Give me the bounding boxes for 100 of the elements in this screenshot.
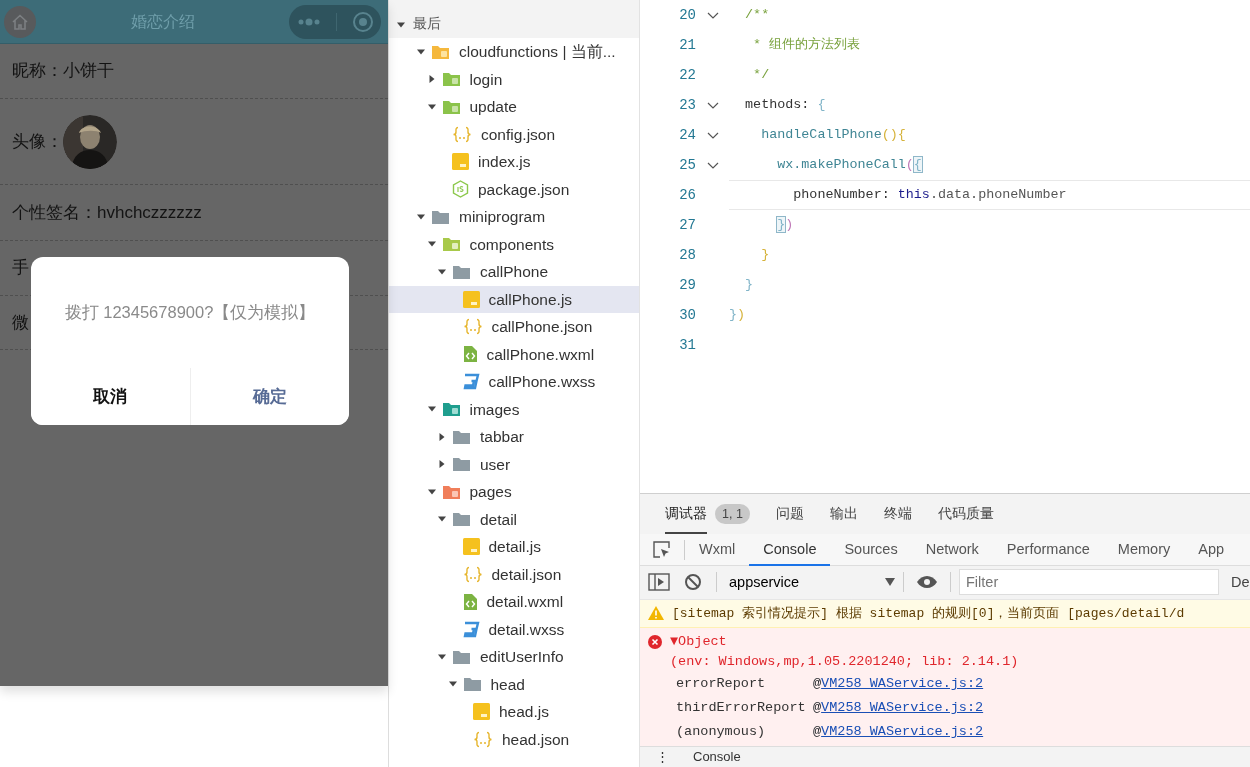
tree-item[interactable]: detail xyxy=(389,505,639,533)
stack-function: errorReport xyxy=(676,675,767,694)
panel-tab[interactable]: 调试器 xyxy=(665,494,707,534)
error-icon xyxy=(648,634,662,649)
tree-item[interactable]: package.json xyxy=(389,175,639,203)
tree-item[interactable]: tabbar xyxy=(389,423,639,451)
devtools-tab[interactable]: Console xyxy=(749,533,831,566)
folder-icon xyxy=(452,428,471,445)
tree-item[interactable]: miniprogram xyxy=(389,203,639,231)
tree-item[interactable]: detail.wxss xyxy=(389,615,639,643)
tree-item[interactable]: user xyxy=(389,450,639,478)
source-link[interactable]: VM258 WAService.js:2 xyxy=(821,698,984,719)
tree-item[interactable]: pages xyxy=(389,478,639,506)
tree-item[interactable]: login xyxy=(389,65,639,93)
style-file-icon xyxy=(462,620,480,638)
devtools-tab[interactable]: Performance xyxy=(992,533,1104,566)
at-sign: @ xyxy=(813,675,822,694)
folder-icon xyxy=(441,98,461,115)
tree-item[interactable]: detail.json xyxy=(389,560,639,588)
fold-chevron-icon[interactable] xyxy=(706,131,719,139)
braces-icon xyxy=(452,125,472,143)
code-line: }) xyxy=(776,215,794,234)
devtools-tab[interactable]: Wxml xyxy=(685,533,750,566)
tree-item[interactable]: head.js xyxy=(389,698,639,726)
at-sign: @ xyxy=(813,723,822,742)
tree-item[interactable]: components xyxy=(389,230,639,258)
expand-arrow-icon[interactable] xyxy=(427,75,436,84)
dropdown-caret-icon xyxy=(885,578,895,587)
devtools-tab[interactable]: Network xyxy=(911,533,993,566)
sidebar-icon[interactable] xyxy=(648,573,670,592)
line-number: 27 xyxy=(678,215,696,235)
devtools-tab[interactable]: Sources xyxy=(830,533,912,566)
tree-item[interactable]: callPhone xyxy=(389,258,639,286)
inspect-icon[interactable] xyxy=(652,539,672,560)
eye-icon[interactable] xyxy=(916,575,938,590)
warning-message: [sitemap 索引情况提示] 根据 sitemap 的规则[0]，当前页面 [pages/detail/d xyxy=(672,604,1185,623)
folder-icon xyxy=(441,236,461,253)
tree-item[interactable]: callPhone.json xyxy=(389,313,639,341)
devtools-tab[interactable]: Memory xyxy=(1103,533,1185,566)
js-file-icon xyxy=(473,703,490,721)
profile-text: 个性签名：hvhchczzzzzz xyxy=(12,201,202,224)
collapse-arrow-icon[interactable] xyxy=(438,515,446,524)
collapse-arrow-icon[interactable] xyxy=(427,405,436,414)
tree-item[interactable]: editUserInfo xyxy=(389,643,639,671)
expand-arrow-icon[interactable] xyxy=(438,460,446,469)
tree-item[interactable]: detail.wxml xyxy=(389,588,639,616)
code-line: methods: { xyxy=(744,95,826,114)
profile-text: 微 xyxy=(12,311,29,334)
tree-item[interactable]: index.js xyxy=(389,148,639,176)
line-number: 25 xyxy=(678,155,696,175)
folder-icon xyxy=(452,511,471,528)
panel-tab[interactable]: 代码质量 xyxy=(937,494,994,534)
dialog-message: 拨打 12345678900?【仅为模拟】 xyxy=(64,302,316,324)
tree-item[interactable]: config.json xyxy=(389,120,639,148)
source-link[interactable]: VM258 WAService.js:2 xyxy=(821,722,984,743)
tree-item[interactable]: callPhone.js xyxy=(389,285,639,313)
folder-icon xyxy=(452,648,471,665)
filter-field[interactable]: Filter xyxy=(959,569,1219,596)
style-file-icon xyxy=(462,373,480,391)
line-number: 20 xyxy=(678,5,696,25)
more-menu[interactable]: ⋮ xyxy=(656,747,669,767)
collapse-arrow-icon[interactable] xyxy=(417,212,425,221)
tree-item[interactable]: cloudfunctions | 当前... xyxy=(389,38,639,66)
error-title[interactable]: ▼Object xyxy=(670,631,1019,652)
fold-chevron-icon[interactable] xyxy=(706,11,719,19)
tree-item[interactable]: callPhone.wxss xyxy=(389,368,639,396)
panel-tab[interactable]: 问题 xyxy=(775,494,804,534)
collapse-arrow-icon[interactable] xyxy=(427,240,436,249)
collapse-arrow-icon[interactable] xyxy=(438,267,446,276)
collapse-arrow-icon[interactable] xyxy=(448,680,457,689)
panel-tab[interactable]: 终端 xyxy=(883,494,912,534)
tree-item[interactable]: detail.js xyxy=(389,533,639,561)
section-header[interactable]: 最后 xyxy=(389,0,639,38)
drawer-tab[interactable]: Console xyxy=(693,747,741,767)
tree-item[interactable]: callPhone.wxml xyxy=(389,340,639,368)
panel-tab[interactable]: 输出 xyxy=(829,494,858,534)
folder-icon xyxy=(441,71,461,88)
expand-arrow-icon[interactable] xyxy=(438,432,446,441)
line-number: 28 xyxy=(678,245,696,265)
source-link[interactable]: VM258 WAService.js:2 xyxy=(821,674,984,695)
tree-item[interactable]: update xyxy=(389,93,639,121)
fold-chevron-icon[interactable] xyxy=(706,161,719,169)
code-line: }) xyxy=(729,305,746,324)
line-number: 24 xyxy=(678,125,696,145)
tree-item[interactable]: images xyxy=(389,395,639,423)
tree-item[interactable]: head.json xyxy=(389,725,639,753)
braces-icon xyxy=(462,318,483,336)
clear-icon[interactable] xyxy=(684,573,702,592)
context-select[interactable]: appservice xyxy=(725,571,895,594)
levels-dropdown[interactable]: De xyxy=(1231,571,1250,594)
line-number: 26 xyxy=(678,185,696,205)
collapse-arrow-icon[interactable] xyxy=(427,102,436,111)
collapse-arrow-icon[interactable] xyxy=(438,652,446,661)
fold-chevron-icon[interactable] xyxy=(706,101,719,109)
collapse-arrow-icon[interactable] xyxy=(417,47,425,56)
collapse-arrow-icon[interactable] xyxy=(397,20,405,29)
devtools-tab[interactable]: App xyxy=(1184,533,1239,566)
tree-item[interactable]: head xyxy=(389,670,639,698)
collapse-arrow-icon[interactable] xyxy=(427,487,436,496)
error-detail: (env: Windows,mp,1.05.2201240; lib: 2.14.1) xyxy=(670,652,1019,671)
